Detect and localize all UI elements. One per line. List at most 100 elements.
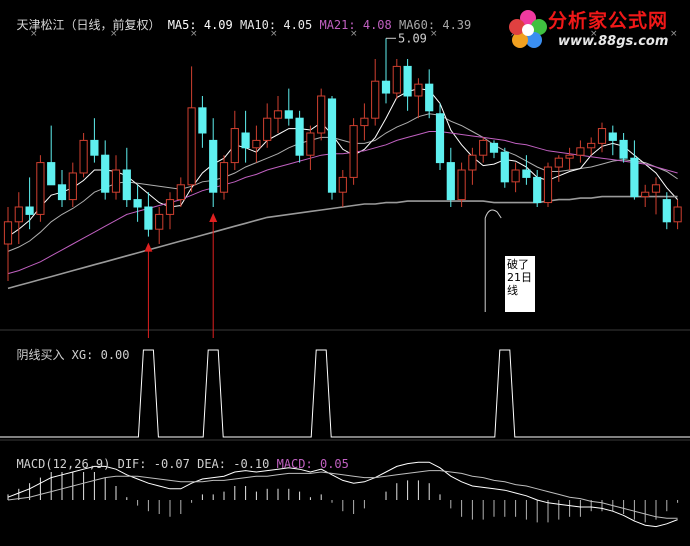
dea-label: DEA: <box>197 457 227 471</box>
candle-down <box>101 154 110 193</box>
dea-value: -0.10 <box>233 457 270 471</box>
candle-up <box>165 199 175 215</box>
candle-up <box>219 162 229 193</box>
candle-down <box>327 98 337 193</box>
candle-down <box>122 169 131 201</box>
candle-down <box>533 176 542 204</box>
ma60-label: MA60: <box>398 18 436 32</box>
dif-value: -0.07 <box>153 457 190 471</box>
main-header: 天津松江（日线，前复权） MA5: 4.09 MA10: 4.05 MA21: … <box>2 2 471 33</box>
candle-up <box>479 139 488 156</box>
candle-up <box>457 169 466 201</box>
stock-title: 天津松江（日线，前复权） <box>16 18 161 32</box>
candle-up <box>273 110 283 119</box>
candle-up <box>79 139 88 174</box>
candle-down <box>295 117 304 156</box>
ma10-value: 4.05 <box>283 18 313 32</box>
xg-signal-line <box>0 349 690 438</box>
candle-up <box>468 154 477 171</box>
candle-up <box>176 184 185 201</box>
candle-up <box>230 128 239 164</box>
flower-logo-icon <box>509 10 547 48</box>
xg-signal-line <box>0 349 690 438</box>
ma10-label: MA10: <box>239 18 277 32</box>
candle-down <box>133 199 142 208</box>
max-price-marker: 5.09 <box>386 31 427 45</box>
candle-up <box>511 169 520 183</box>
candle-up <box>263 117 272 141</box>
candle-down <box>144 206 153 230</box>
annotation-note: 破了21日线 <box>505 256 535 312</box>
candle-down <box>241 132 250 149</box>
candle-up <box>673 206 682 223</box>
candle-up <box>68 172 77 201</box>
watermark: 分析家公式网 www.88gs.com <box>508 4 684 58</box>
candle-up <box>651 184 661 193</box>
candle-down <box>57 184 67 201</box>
ma5-label: MA5: <box>167 18 197 32</box>
candle-down <box>608 132 617 141</box>
candle-up <box>317 95 326 134</box>
candle-up <box>155 213 164 230</box>
buy-arrow-head <box>144 242 153 252</box>
candle-down <box>446 162 455 201</box>
candlesticks <box>3 38 682 281</box>
macd-label: MACD: <box>276 457 313 471</box>
candle-down <box>630 157 639 198</box>
candle-down <box>489 142 499 153</box>
candle-down <box>435 113 445 164</box>
candle-up <box>360 117 369 127</box>
candle-down <box>403 65 412 97</box>
candle-down <box>425 83 434 112</box>
macd-value: 0.05 <box>319 457 349 471</box>
ma-line-ma60 <box>7 195 678 290</box>
annotation-curve <box>484 209 502 312</box>
candle-up <box>36 162 45 215</box>
xg-value: 0.00 <box>100 348 130 362</box>
macd-params: MACD(12,26,9) <box>16 457 111 471</box>
ma60-value: 4.39 <box>442 18 472 32</box>
candle-up <box>187 107 196 186</box>
macd-panel <box>7 461 679 528</box>
buy-arrow-head <box>209 213 218 222</box>
candle-up <box>414 83 423 97</box>
candle-up <box>576 147 585 156</box>
indicator-header: 阴线买入 XG: 0.00 <box>2 332 130 363</box>
ma5-value: 4.09 <box>203 18 233 32</box>
candle-up <box>565 154 574 159</box>
candle-up <box>543 166 553 204</box>
candle-up <box>252 139 261 149</box>
candle-up <box>392 65 401 94</box>
candle-down <box>381 80 391 94</box>
dif-label: DIF: <box>117 457 147 471</box>
candle-down <box>619 139 628 159</box>
candle-down <box>47 162 56 186</box>
dif-line <box>7 461 678 528</box>
candle-down <box>90 139 99 156</box>
buy-arrows <box>144 213 218 338</box>
candle-down <box>500 151 509 183</box>
macd-header: MACD(12,26,9) DIF: -0.07 DEA: -0.10 MACD… <box>2 443 349 471</box>
candle-up <box>597 128 607 144</box>
candle-down <box>662 199 671 223</box>
watermark-url: www.88gs.com <box>558 34 669 49</box>
candle-up <box>554 157 563 168</box>
candle-up <box>371 80 380 119</box>
candle-up <box>306 132 315 156</box>
candle-down <box>284 110 293 119</box>
candle-down <box>198 107 207 134</box>
candle-down <box>522 169 531 178</box>
candle-up <box>14 206 23 223</box>
watermark-title: 分析家公式网 <box>548 10 669 32</box>
annotation-pointer <box>484 209 502 312</box>
candle-up <box>587 142 596 149</box>
candle-up <box>111 169 121 193</box>
candle-up <box>338 176 347 193</box>
candle-up <box>349 125 358 178</box>
candle-up <box>641 191 650 198</box>
max-price-label: 5.09 <box>398 31 427 45</box>
xg-label: 阴线买入 XG: <box>16 348 94 362</box>
ma21-value: 4.08 <box>362 18 392 32</box>
candle-down <box>209 139 218 193</box>
candle-up <box>3 221 13 245</box>
